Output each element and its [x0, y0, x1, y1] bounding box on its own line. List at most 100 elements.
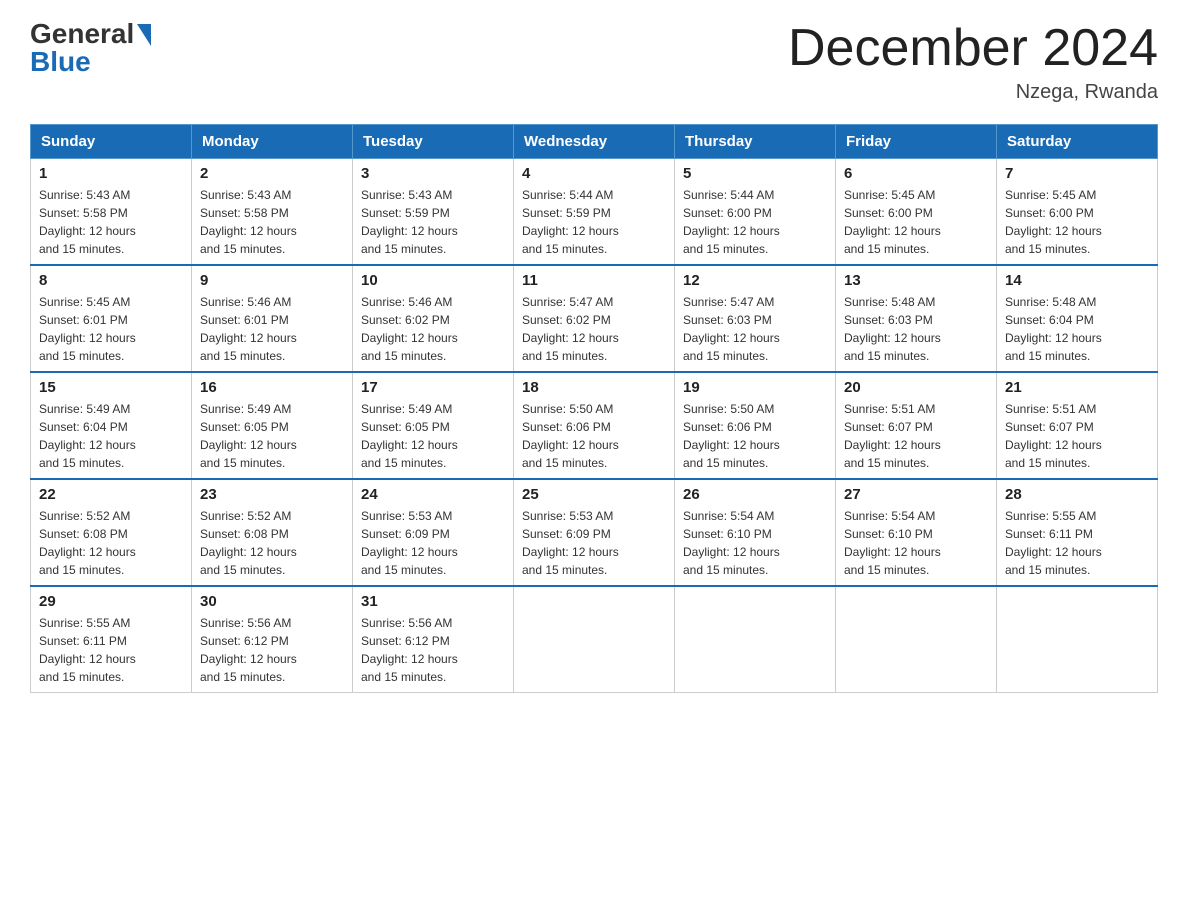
calendar-week-row-5: 29 Sunrise: 5:55 AM Sunset: 6:11 PM Dayl… — [31, 586, 1158, 693]
calendar-cell: 21 Sunrise: 5:51 AM Sunset: 6:07 PM Dayl… — [997, 372, 1158, 479]
day-number: 14 — [1005, 272, 1149, 289]
day-info: Sunrise: 5:52 AM Sunset: 6:08 PM Dayligh… — [39, 507, 183, 579]
header-tuesday: Tuesday — [353, 125, 514, 159]
calendar-week-row-4: 22 Sunrise: 5:52 AM Sunset: 6:08 PM Dayl… — [31, 479, 1158, 586]
calendar-cell — [514, 586, 675, 693]
title-section: December 2024 Nzega, Rwanda — [788, 20, 1158, 104]
day-number: 23 — [200, 486, 344, 503]
day-info: Sunrise: 5:49 AM Sunset: 6:04 PM Dayligh… — [39, 400, 183, 472]
calendar-table: Sunday Monday Tuesday Wednesday Thursday… — [30, 124, 1158, 693]
day-info: Sunrise: 5:43 AM Sunset: 5:58 PM Dayligh… — [200, 186, 344, 258]
day-number: 13 — [844, 272, 988, 289]
calendar-cell: 28 Sunrise: 5:55 AM Sunset: 6:11 PM Dayl… — [997, 479, 1158, 586]
day-info: Sunrise: 5:50 AM Sunset: 6:06 PM Dayligh… — [683, 400, 827, 472]
calendar-cell: 5 Sunrise: 5:44 AM Sunset: 6:00 PM Dayli… — [675, 159, 836, 266]
day-number: 8 — [39, 272, 183, 289]
header-wednesday: Wednesday — [514, 125, 675, 159]
header-friday: Friday — [836, 125, 997, 159]
calendar-cell: 24 Sunrise: 5:53 AM Sunset: 6:09 PM Dayl… — [353, 479, 514, 586]
day-number: 10 — [361, 272, 505, 289]
day-number: 28 — [1005, 486, 1149, 503]
day-number: 21 — [1005, 379, 1149, 396]
calendar-cell: 6 Sunrise: 5:45 AM Sunset: 6:00 PM Dayli… — [836, 159, 997, 266]
day-number: 16 — [200, 379, 344, 396]
day-info: Sunrise: 5:47 AM Sunset: 6:03 PM Dayligh… — [683, 293, 827, 365]
day-info: Sunrise: 5:46 AM Sunset: 6:02 PM Dayligh… — [361, 293, 505, 365]
header-monday: Monday — [192, 125, 353, 159]
calendar-cell: 7 Sunrise: 5:45 AM Sunset: 6:00 PM Dayli… — [997, 159, 1158, 266]
calendar-cell: 26 Sunrise: 5:54 AM Sunset: 6:10 PM Dayl… — [675, 479, 836, 586]
calendar-cell: 18 Sunrise: 5:50 AM Sunset: 6:06 PM Dayl… — [514, 372, 675, 479]
day-number: 22 — [39, 486, 183, 503]
day-info: Sunrise: 5:49 AM Sunset: 6:05 PM Dayligh… — [361, 400, 505, 472]
day-number: 26 — [683, 486, 827, 503]
day-number: 12 — [683, 272, 827, 289]
calendar-cell: 30 Sunrise: 5:56 AM Sunset: 6:12 PM Dayl… — [192, 586, 353, 693]
day-number: 6 — [844, 165, 988, 182]
calendar-cell: 11 Sunrise: 5:47 AM Sunset: 6:02 PM Dayl… — [514, 265, 675, 372]
day-info: Sunrise: 5:43 AM Sunset: 5:58 PM Dayligh… — [39, 186, 183, 258]
calendar-cell: 12 Sunrise: 5:47 AM Sunset: 6:03 PM Dayl… — [675, 265, 836, 372]
calendar-cell: 15 Sunrise: 5:49 AM Sunset: 6:04 PM Dayl… — [31, 372, 192, 479]
day-info: Sunrise: 5:45 AM Sunset: 6:01 PM Dayligh… — [39, 293, 183, 365]
day-number: 9 — [200, 272, 344, 289]
day-number: 7 — [1005, 165, 1149, 182]
day-info: Sunrise: 5:53 AM Sunset: 6:09 PM Dayligh… — [361, 507, 505, 579]
calendar-cell: 23 Sunrise: 5:52 AM Sunset: 6:08 PM Dayl… — [192, 479, 353, 586]
day-info: Sunrise: 5:49 AM Sunset: 6:05 PM Dayligh… — [200, 400, 344, 472]
calendar-cell: 31 Sunrise: 5:56 AM Sunset: 6:12 PM Dayl… — [353, 586, 514, 693]
header-saturday: Saturday — [997, 125, 1158, 159]
day-number: 25 — [522, 486, 666, 503]
calendar-cell: 14 Sunrise: 5:48 AM Sunset: 6:04 PM Dayl… — [997, 265, 1158, 372]
calendar-cell: 20 Sunrise: 5:51 AM Sunset: 6:07 PM Dayl… — [836, 372, 997, 479]
day-info: Sunrise: 5:46 AM Sunset: 6:01 PM Dayligh… — [200, 293, 344, 365]
calendar-cell: 16 Sunrise: 5:49 AM Sunset: 6:05 PM Dayl… — [192, 372, 353, 479]
day-info: Sunrise: 5:56 AM Sunset: 6:12 PM Dayligh… — [200, 614, 344, 686]
day-number: 5 — [683, 165, 827, 182]
day-number: 29 — [39, 593, 183, 610]
day-info: Sunrise: 5:48 AM Sunset: 6:03 PM Dayligh… — [844, 293, 988, 365]
calendar-cell: 22 Sunrise: 5:52 AM Sunset: 6:08 PM Dayl… — [31, 479, 192, 586]
day-number: 17 — [361, 379, 505, 396]
day-number: 15 — [39, 379, 183, 396]
day-info: Sunrise: 5:50 AM Sunset: 6:06 PM Dayligh… — [522, 400, 666, 472]
day-info: Sunrise: 5:43 AM Sunset: 5:59 PM Dayligh… — [361, 186, 505, 258]
calendar-cell: 17 Sunrise: 5:49 AM Sunset: 6:05 PM Dayl… — [353, 372, 514, 479]
calendar-cell: 9 Sunrise: 5:46 AM Sunset: 6:01 PM Dayli… — [192, 265, 353, 372]
calendar-cell: 19 Sunrise: 5:50 AM Sunset: 6:06 PM Dayl… — [675, 372, 836, 479]
calendar-title: December 2024 — [788, 20, 1158, 77]
day-number: 31 — [361, 593, 505, 610]
day-number: 30 — [200, 593, 344, 610]
day-info: Sunrise: 5:52 AM Sunset: 6:08 PM Dayligh… — [200, 507, 344, 579]
calendar-header-row: Sunday Monday Tuesday Wednesday Thursday… — [31, 125, 1158, 159]
day-number: 19 — [683, 379, 827, 396]
calendar-cell — [675, 586, 836, 693]
logo-blue-text: Blue — [30, 48, 91, 76]
calendar-week-row-3: 15 Sunrise: 5:49 AM Sunset: 6:04 PM Dayl… — [31, 372, 1158, 479]
day-info: Sunrise: 5:53 AM Sunset: 6:09 PM Dayligh… — [522, 507, 666, 579]
calendar-cell: 2 Sunrise: 5:43 AM Sunset: 5:58 PM Dayli… — [192, 159, 353, 266]
calendar-location: Nzega, Rwanda — [788, 81, 1158, 104]
calendar-cell: 3 Sunrise: 5:43 AM Sunset: 5:59 PM Dayli… — [353, 159, 514, 266]
calendar-cell: 25 Sunrise: 5:53 AM Sunset: 6:09 PM Dayl… — [514, 479, 675, 586]
header-thursday: Thursday — [675, 125, 836, 159]
day-number: 4 — [522, 165, 666, 182]
day-info: Sunrise: 5:44 AM Sunset: 6:00 PM Dayligh… — [683, 186, 827, 258]
calendar-cell: 13 Sunrise: 5:48 AM Sunset: 6:03 PM Dayl… — [836, 265, 997, 372]
page-header: General Blue December 2024 Nzega, Rwanda — [30, 20, 1158, 104]
day-info: Sunrise: 5:55 AM Sunset: 6:11 PM Dayligh… — [39, 614, 183, 686]
day-info: Sunrise: 5:56 AM Sunset: 6:12 PM Dayligh… — [361, 614, 505, 686]
calendar-cell — [997, 586, 1158, 693]
day-number: 20 — [844, 379, 988, 396]
logo: General Blue — [30, 20, 151, 76]
day-number: 1 — [39, 165, 183, 182]
day-number: 24 — [361, 486, 505, 503]
day-number: 27 — [844, 486, 988, 503]
calendar-cell: 27 Sunrise: 5:54 AM Sunset: 6:10 PM Dayl… — [836, 479, 997, 586]
day-info: Sunrise: 5:47 AM Sunset: 6:02 PM Dayligh… — [522, 293, 666, 365]
day-info: Sunrise: 5:48 AM Sunset: 6:04 PM Dayligh… — [1005, 293, 1149, 365]
header-sunday: Sunday — [31, 125, 192, 159]
calendar-cell: 29 Sunrise: 5:55 AM Sunset: 6:11 PM Dayl… — [31, 586, 192, 693]
logo-general-text: General — [30, 20, 134, 48]
day-info: Sunrise: 5:55 AM Sunset: 6:11 PM Dayligh… — [1005, 507, 1149, 579]
